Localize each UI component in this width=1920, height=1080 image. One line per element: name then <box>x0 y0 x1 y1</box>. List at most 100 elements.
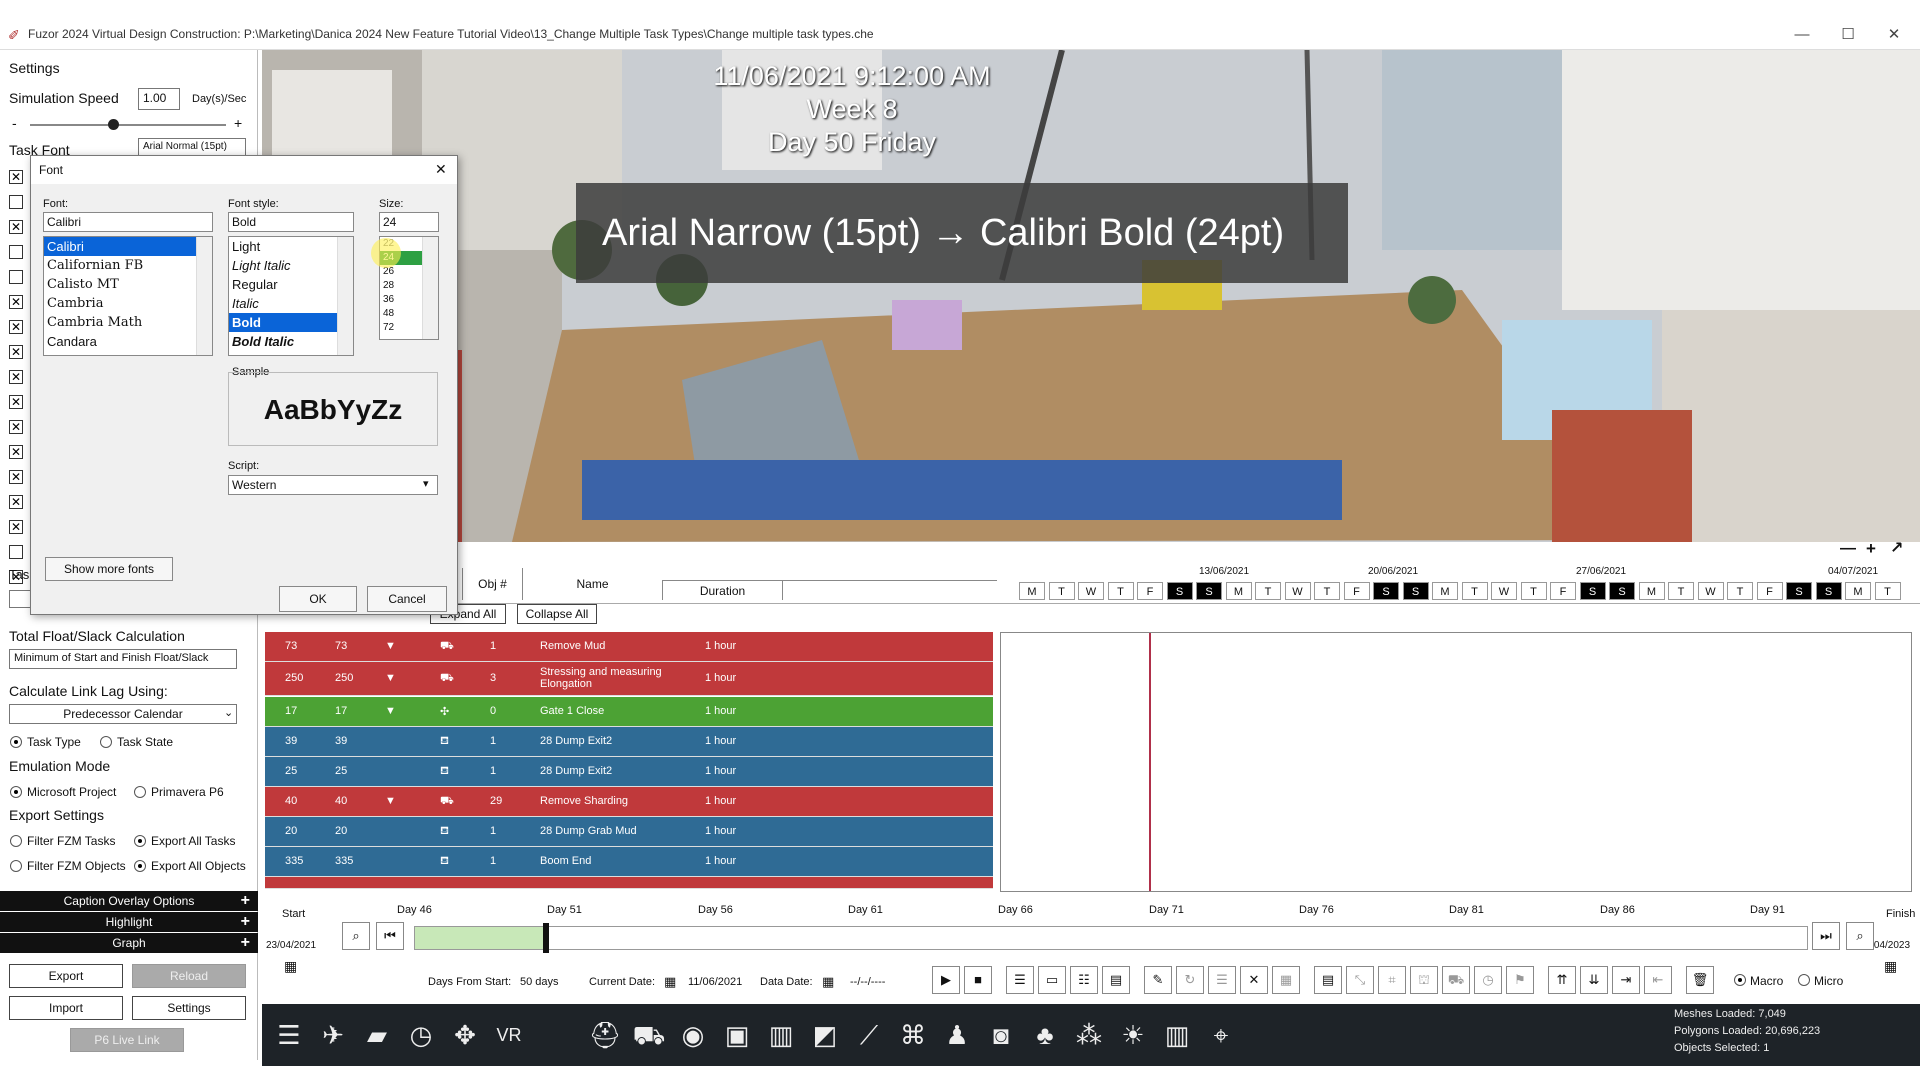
list-icon[interactable]: ☰ <box>1208 966 1236 994</box>
cancel-button[interactable]: Cancel <box>367 586 447 612</box>
sort-up-icon[interactable]: ⇈ <box>1548 966 1576 994</box>
settings-checkbox[interactable] <box>9 545 23 559</box>
image-icon[interactable]: ◩ <box>808 1018 842 1052</box>
add-task-icon[interactable]: ☰ <box>1006 966 1034 994</box>
font-name-input[interactable]: Calibri <box>43 212 213 232</box>
table-row[interactable]: 39 39 ⛾ 1 28 Dump Exit2 1 hour <box>265 727 993 757</box>
settings-checkbox[interactable]: ✕ <box>9 395 23 409</box>
font-style-list[interactable]: Light Light Italic Regular Italic Bold B… <box>228 236 354 356</box>
export-all-objects-radio[interactable] <box>134 860 146 872</box>
filter-fzm-tasks-radio[interactable] <box>10 835 22 847</box>
3d-viewport[interactable]: 11/06/2021 9:12:00 AM Week 8 Day 50 Frid… <box>262 50 1920 542</box>
nodes-icon[interactable]: ⁂ <box>1072 1018 1106 1052</box>
screenshot-icon[interactable]: ▣ <box>720 1018 754 1052</box>
go-start-icon[interactable]: ⏮ <box>376 922 404 950</box>
speed-slider[interactable] <box>30 124 226 126</box>
minimize-button[interactable]: — <box>1780 24 1824 46</box>
font-list-scrollbar[interactable] <box>196 237 212 355</box>
style-option[interactable]: Light Italic <box>229 256 353 275</box>
ms-project-radio[interactable] <box>10 786 22 798</box>
maximize-button[interactable]: ☐ <box>1826 24 1870 46</box>
font-option[interactable]: Candara <box>44 332 212 351</box>
chart-icon[interactable]: ▥ <box>1160 1018 1194 1052</box>
settings-checkbox[interactable]: ✕ <box>9 320 23 334</box>
tree-icon[interactable]: ♣ <box>1028 1018 1062 1052</box>
size-input[interactable]: 24 <box>379 212 439 232</box>
settings-checkbox[interactable]: ✕ <box>9 520 23 534</box>
panel-minus-button[interactable]: — <box>1840 540 1856 558</box>
measure-icon[interactable]: ⟋ <box>852 1018 886 1052</box>
table-row[interactable]: 17 17 ▼ ✣ 0 Gate 1 Close 1 hour <box>265 697 993 727</box>
style-list-scrollbar[interactable] <box>337 237 353 355</box>
edit-task-icon[interactable]: ▭ <box>1038 966 1066 994</box>
map-pin-icon[interactable]: ⌖ <box>1204 1018 1238 1052</box>
font-option[interactable]: Californian FB <box>44 256 212 275</box>
speed-slider-thumb[interactable] <box>108 119 119 130</box>
settings-checkbox[interactable]: ✕ <box>9 295 23 309</box>
export-all-tasks-radio[interactable] <box>134 835 146 847</box>
micro-radio[interactable] <box>1798 974 1810 986</box>
construction-icon[interactable]: ⛑ <box>588 1018 622 1052</box>
indent-icon[interactable]: ⇥ <box>1612 966 1640 994</box>
network-icon[interactable]: ⌘ <box>896 1018 930 1052</box>
settings-checkbox[interactable]: ✕ <box>9 345 23 359</box>
calendar-icon[interactable]: ▦ <box>284 958 297 975</box>
speed-plus-button[interactable]: + <box>234 115 242 131</box>
eye-icon[interactable]: ◉ <box>676 1018 710 1052</box>
macro-radio[interactable] <box>1734 974 1746 986</box>
script-select[interactable]: Western <box>228 475 438 495</box>
drone-icon[interactable]: ✈ <box>316 1018 350 1052</box>
refresh-icon[interactable]: ↻ <box>1176 966 1204 994</box>
timeline-playhead[interactable] <box>543 923 549 953</box>
font-option[interactable]: Cambria <box>44 294 212 313</box>
calendar-icon[interactable]: ▦ <box>822 974 834 990</box>
task-type-radio[interactable] <box>10 736 22 748</box>
settings-checkbox[interactable]: ✕ <box>9 420 23 434</box>
zoom-timeline-icon[interactable]: ⌕ <box>342 922 370 950</box>
sort-down-icon[interactable]: ⇊ <box>1580 966 1608 994</box>
table-row[interactable] <box>265 877 993 889</box>
show-more-fonts-button[interactable]: Show more fonts <box>45 557 173 581</box>
export-button[interactable]: Export <box>9 964 123 988</box>
obj-column-header[interactable]: Obj # <box>462 568 522 600</box>
highlight-section[interactable]: Highlight + <box>0 912 258 932</box>
font-style-input[interactable]: Bold <box>228 212 354 232</box>
export-doc-icon[interactable]: ▤ <box>1314 966 1342 994</box>
table-row[interactable]: 25 25 ⛾ 1 28 Dump Exit2 1 hour <box>265 757 993 787</box>
settings-checkbox[interactable]: ✕ <box>9 370 23 384</box>
camera-icon[interactable]: ◙ <box>984 1018 1018 1052</box>
table-row[interactable]: 40 40 ▼ ⛟ 29 Remove Sharding 1 hour <box>265 787 993 817</box>
size-list-scrollbar[interactable] <box>422 237 438 339</box>
flag-icon[interactable]: ⚑ <box>1506 966 1534 994</box>
link-icon[interactable]: ⤡ <box>1346 966 1374 994</box>
table-row[interactable]: 73 73 ▼ ⛟ 1 Remove Mud 1 hour <box>265 632 993 662</box>
font-name-list[interactable]: Calibri Californian FB Calisto MT Cambri… <box>43 236 213 356</box>
expand-panel-icon[interactable]: ↗ <box>1890 538 1903 558</box>
panel-plus-button[interactable]: + <box>1866 539 1876 559</box>
reload-button[interactable]: Reload <box>132 964 246 988</box>
folder-icon[interactable]: ▰ <box>360 1018 394 1052</box>
primavera-radio[interactable] <box>134 786 146 798</box>
speed-minus-button[interactable]: - <box>12 115 17 131</box>
clock-icon[interactable]: ◷ <box>404 1018 438 1052</box>
font-option[interactable]: Calisto MT <box>44 275 212 294</box>
calendar-icon[interactable]: ▦ <box>664 974 676 990</box>
p6-live-link-button[interactable]: P6 Live Link <box>70 1028 184 1052</box>
settings-checkbox[interactable] <box>9 195 23 209</box>
delete-icon[interactable]: 🗑 <box>1686 966 1714 994</box>
duration-column-header[interactable]: Duration <box>662 580 782 600</box>
name-column-header[interactable]: Name <box>522 568 662 600</box>
hierarchy-icon[interactable]: ⌗ <box>1378 966 1406 994</box>
style-option[interactable]: Light <box>229 237 353 256</box>
stop-icon[interactable]: ■ <box>964 966 992 994</box>
timeline-slider[interactable] <box>414 923 1808 953</box>
dialog-close-button[interactable]: ✕ <box>435 161 447 178</box>
table-row[interactable]: 20 20 ⛾ 1 28 Dump Grab Mud 1 hour <box>265 817 993 847</box>
ok-button[interactable]: OK <box>279 586 357 612</box>
remove-task-icon[interactable]: ☷ <box>1070 966 1098 994</box>
extra-column-header[interactable] <box>782 580 997 600</box>
style-option[interactable]: Italic <box>229 294 353 313</box>
settings-checkbox[interactable] <box>9 270 23 284</box>
settings-checkbox[interactable] <box>9 245 23 259</box>
settings-checkbox[interactable]: ✕ <box>9 220 23 234</box>
